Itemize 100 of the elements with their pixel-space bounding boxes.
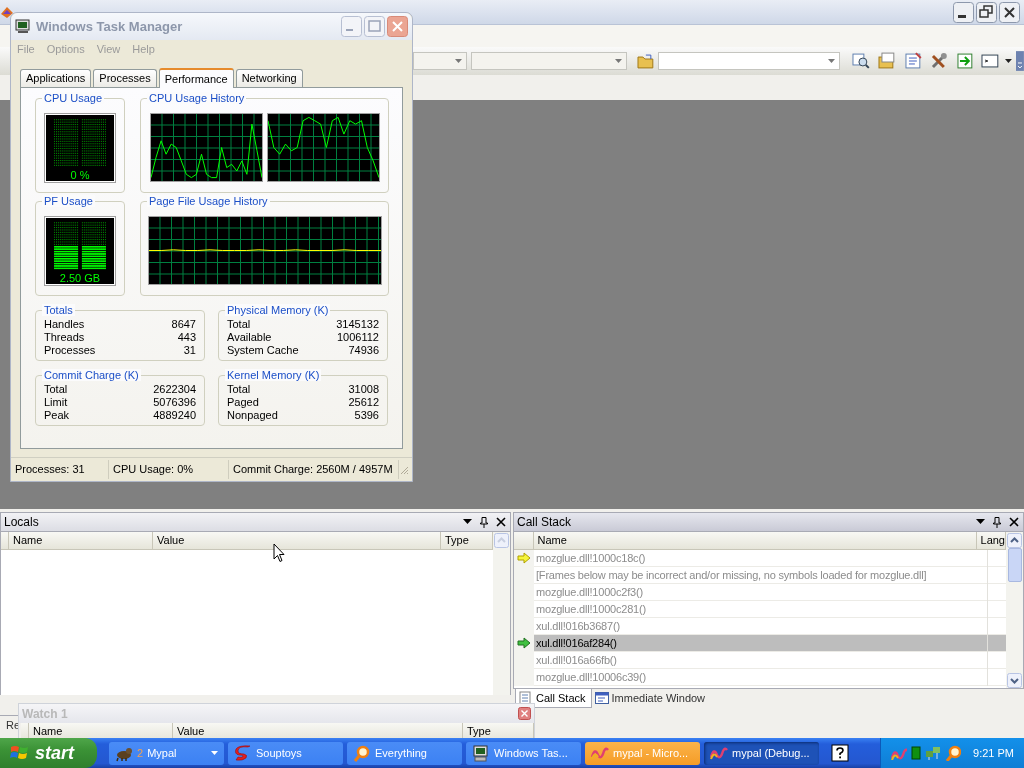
- meter-bars: [53, 119, 107, 167]
- group-title: PF Usage: [42, 195, 95, 207]
- button-label: Everything: [375, 747, 428, 759]
- close-icon[interactable]: [496, 517, 506, 527]
- status-text: CPU Usage: 0%: [109, 460, 229, 479]
- stat-label: Threads: [44, 331, 86, 343]
- stack-icon: [519, 691, 533, 705]
- stat-label: Total: [227, 318, 252, 330]
- stat-label: Paged: [227, 396, 260, 408]
- stat-value: 31: [182, 344, 196, 356]
- status-text: Processes: 31: [11, 460, 109, 479]
- stat-label: Peak: [44, 409, 71, 421]
- window-count: 2: [137, 747, 144, 759]
- stat-value: 31008: [348, 383, 379, 395]
- battery-icon[interactable]: [911, 746, 922, 760]
- frame-arrow-icon: [517, 637, 531, 649]
- panel-tab[interactable]: Immediate Window: [591, 689, 711, 707]
- stat-value: 3145132: [336, 318, 379, 330]
- panel-tab[interactable]: Call Stack: [515, 689, 592, 708]
- tab[interactable]: Performance: [158, 68, 234, 88]
- export-icon[interactable]: [955, 52, 974, 70]
- taskbar-button[interactable]: mypal (Debug...: [704, 741, 819, 765]
- call-stack-row[interactable]: mozglue.dll!1000c2f3(): [514, 584, 1006, 601]
- swoosh-icon: [234, 744, 252, 762]
- frame-name: xul.dll!016a66fb(): [535, 654, 618, 666]
- tab[interactable]: Networking: [235, 69, 303, 87]
- window-title: Windows Task Manager: [36, 19, 184, 34]
- console-icon: [594, 691, 609, 705]
- find-icon[interactable]: [852, 52, 871, 70]
- group-title: CPU Usage History: [147, 92, 247, 104]
- taskbar-button[interactable]: Everything: [347, 741, 462, 765]
- scroll-up-button[interactable]: [1007, 533, 1022, 548]
- stat-value: 5076396: [153, 396, 196, 408]
- stat-value: 1006112: [336, 331, 379, 343]
- dropdown-icon[interactable]: [463, 519, 472, 525]
- group-title: Physical Memory (K): [225, 304, 331, 316]
- network-icon[interactable]: [925, 745, 942, 761]
- call-stack-row[interactable]: mozglue.dll!1000c281(): [514, 601, 1006, 618]
- dropdown-arrow-icon[interactable]: [1005, 58, 1013, 64]
- group-title: CPU Usage: [42, 92, 105, 104]
- stat-value: 74936: [347, 344, 379, 356]
- start-button[interactable]: start: [0, 738, 97, 768]
- window-title: Watch 1: [22, 706, 68, 721]
- group-title: Kernel Memory (K): [225, 369, 322, 381]
- search-icon[interactable]: [945, 745, 962, 761]
- meter-bars: [53, 222, 107, 270]
- panel-title: Locals: [4, 515, 40, 529]
- scroll-thumb[interactable]: [1007, 548, 1022, 582]
- close-button[interactable]: [999, 1, 1020, 23]
- resize-grip-icon[interactable]: [399, 464, 409, 475]
- stat-value: 25612: [348, 396, 379, 408]
- group-title: Totals: [42, 304, 75, 316]
- button-label: Souptoys: [256, 747, 303, 759]
- stat-label: Handles: [44, 318, 86, 330]
- stat-value: 2622304: [153, 383, 196, 395]
- call-stack-row[interactable]: mozglue.dll!1000c18c(): [514, 550, 1006, 567]
- minimize-button[interactable]: [953, 1, 974, 23]
- mouse-cursor-icon: [273, 543, 285, 563]
- column-header[interactable]: Name: [533, 532, 977, 549]
- pin-icon[interactable]: [480, 516, 488, 528]
- restore-button[interactable]: [976, 1, 997, 23]
- dropdown-arrow-icon: [613, 58, 623, 64]
- wave-icon[interactable]: [891, 746, 908, 760]
- button-label: Windows Tas...: [494, 747, 569, 759]
- scroll-down-button[interactable]: [1007, 673, 1022, 688]
- properties-icon[interactable]: [904, 52, 922, 70]
- panel-title: Call Stack: [517, 515, 573, 529]
- taskbar-button[interactable]: Windows Tas...: [466, 741, 581, 765]
- scrollbar[interactable]: [493, 532, 510, 695]
- meter-reading: 0 %: [70, 169, 90, 181]
- call-stack-row[interactable]: mozglue.dll!10006c39(): [514, 669, 1006, 686]
- call-stack-row[interactable]: xul.dll!016af284(): [514, 635, 1006, 652]
- stat-label: Available: [227, 331, 273, 343]
- tab[interactable]: Applications: [20, 69, 92, 87]
- stat-value: 8647: [171, 318, 196, 330]
- column-header[interactable]: Lang: [976, 532, 1006, 549]
- search-icon: [353, 744, 371, 762]
- frame-name: [Frames below may be incorrect and/or missing, no symbols loaded for mozglue.dll]: [535, 569, 928, 581]
- call-stack-row[interactable]: [Frames below may be incorrect and/or missing, no symbols loaded for mozglue.dll]: [514, 567, 1006, 584]
- frame-name: mozglue.dll!1000c281(): [535, 603, 647, 615]
- folders-icon[interactable]: [878, 52, 896, 70]
- column-header[interactable]: Name: [9, 532, 153, 549]
- scrollbar[interactable]: [1006, 532, 1023, 688]
- button-label: Mypal: [147, 747, 178, 759]
- status-text: Commit Charge: 2560M / 4957M: [229, 460, 399, 479]
- column-header[interactable]: Value: [153, 532, 441, 549]
- stat-label: System Cache: [227, 344, 300, 356]
- stat-value: 5396: [353, 409, 379, 421]
- column-header[interactable]: Type: [441, 532, 493, 549]
- frame-name: mozglue.dll!1000c2f3(): [535, 586, 644, 598]
- frame-name: mozglue.dll!10006c39(): [535, 671, 647, 683]
- stat-value: 443: [176, 331, 196, 343]
- window-icon[interactable]: [981, 52, 1000, 70]
- tools-icon[interactable]: [929, 52, 948, 70]
- folder-icon[interactable]: [636, 53, 655, 69]
- stat-label: Total: [227, 383, 252, 395]
- tab[interactable]: Processes: [93, 69, 157, 87]
- help-icon[interactable]: [831, 744, 849, 762]
- call-stack-row[interactable]: xul.dll!016a66fb(): [514, 652, 1006, 669]
- current-frame-arrow-icon: [517, 552, 531, 564]
